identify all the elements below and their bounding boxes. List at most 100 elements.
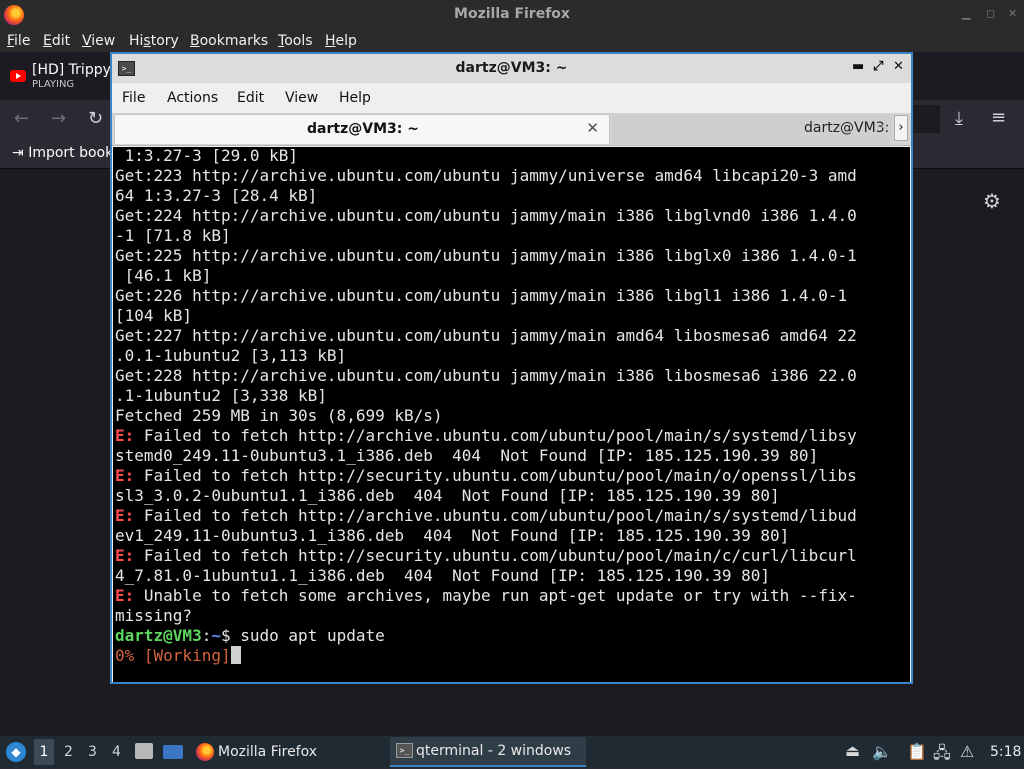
- download-icon[interactable]: ⤓: [955, 108, 963, 129]
- reload-icon[interactable]: ↻: [88, 108, 103, 129]
- firefox-menubar: File Edit View History Bookmarks Tools H…: [0, 30, 1024, 52]
- terminal-icon: >_: [396, 743, 413, 758]
- ff-menu-edit[interactable]: Edit: [43, 33, 70, 49]
- terminal-tab-active[interactable]: dartz@VM3: ~ ✕: [114, 114, 610, 144]
- terminal-line: E: Unable to fetch some archives, maybe …: [115, 586, 857, 606]
- qt-menu-file[interactable]: File: [122, 90, 145, 106]
- terminal-line: Fetched 259 MB in 30s (8,699 kB/s): [115, 406, 857, 426]
- tab-scroll-left-icon[interactable]: ‹: [880, 119, 885, 134]
- terminal-line: -1 [71.8 kB]: [115, 226, 857, 246]
- error-prefix: E:: [115, 466, 135, 485]
- restore-icon[interactable]: ⤢: [873, 59, 883, 74]
- hamburger-menu-icon[interactable]: ≡: [991, 107, 1006, 128]
- gear-icon[interactable]: ⚙: [983, 189, 1001, 213]
- qterminal-titlebar[interactable]: >_ dartz@VM3: ~ ▬ ⤢ ✕: [112, 54, 911, 83]
- terminal-line: Get:224 http://archive.ubuntu.com/ubuntu…: [115, 206, 857, 226]
- output-text: 64 1:3.27-3 [28.4 kB]: [115, 186, 318, 205]
- terminal-tab-label: dartz@VM3: ~: [307, 121, 419, 137]
- error-text: Failed to fetch http://archive.ubuntu.co…: [134, 506, 857, 525]
- ff-menu-tools[interactable]: Tools: [278, 33, 313, 49]
- firefox-titlebar: Mozilla Firefox ▁ ◻ ✕: [0, 0, 1024, 30]
- workspace-1[interactable]: 1: [34, 739, 54, 765]
- file-manager-icon[interactable]: [135, 743, 153, 759]
- browser-tab-status: PLAYING: [32, 79, 75, 90]
- tab-scroll-right-icon[interactable]: ›: [894, 115, 908, 141]
- back-arrow-icon[interactable]: ←: [14, 108, 29, 129]
- qterminal-tabbar: dartz@VM3: ~ ✕ dartz@VM3: ~ ‹ ›: [112, 113, 911, 146]
- prompt-symbol: $: [220, 626, 231, 645]
- terminal-output[interactable]: 1:3.27-3 [29.0 kB] Get:223 http://archive…: [113, 147, 910, 682]
- error-text: Failed to fetch http://security.ubuntu.c…: [134, 466, 857, 485]
- output-text: [46.1 kB]: [115, 266, 212, 285]
- workspace-4[interactable]: 4: [112, 744, 121, 760]
- taskbar-qterminal[interactable]: >_ qterminal - 2 windows: [390, 737, 586, 767]
- firefox-window-title: Mozilla Firefox: [454, 6, 570, 22]
- output-text: stemd0_249.11-0ubuntu3.1_i386.deb 404 No…: [115, 446, 819, 465]
- network-icon[interactable]: 🖧: [933, 742, 951, 769]
- volume-icon[interactable]: 🔈: [872, 742, 892, 761]
- firefox-maximize-icon[interactable]: ◻: [986, 7, 995, 20]
- taskbar-firefox[interactable]: Mozilla Firefox: [192, 739, 382, 765]
- output-text: Get:227 http://archive.ubuntu.com/ubuntu…: [115, 326, 857, 345]
- firefox-icon: [196, 743, 214, 761]
- output-text: .1-1ubuntu2 [3,338 kB]: [115, 386, 327, 405]
- terminal-line: 1:3.27-3 [29.0 kB]: [115, 147, 857, 166]
- output-text: Get:226 http://archive.ubuntu.com/ubuntu…: [115, 286, 848, 305]
- terminal-line: .0.1-1ubuntu2 [3,113 kB]: [115, 346, 857, 366]
- terminal-line: Get:223 http://archive.ubuntu.com/ubuntu…: [115, 166, 857, 186]
- browser-tab-title[interactable]: [HD] Trippy: [32, 62, 111, 78]
- terminal-tab-inactive[interactable]: dartz@VM3: ~: [612, 114, 892, 144]
- qt-menu-actions[interactable]: Actions: [167, 90, 218, 106]
- import-bookmarks-button[interactable]: ⇥ Import book: [12, 145, 113, 161]
- terminal-line: dartz@VM3:~$ sudo apt update: [115, 626, 857, 646]
- qt-menu-edit[interactable]: Edit: [237, 90, 264, 106]
- output-text: missing?: [115, 606, 193, 625]
- youtube-icon: [10, 70, 26, 82]
- workspace-3[interactable]: 3: [88, 744, 97, 760]
- tab-close-icon[interactable]: ✕: [586, 119, 599, 137]
- firefox-minimize-icon[interactable]: ▁: [962, 7, 970, 20]
- error-prefix: E:: [115, 426, 135, 445]
- error-text: Failed to fetch http://archive.ubuntu.co…: [134, 426, 857, 445]
- terminal-line: Get:227 http://archive.ubuntu.com/ubuntu…: [115, 326, 857, 346]
- updates-icon[interactable]: ⚠: [960, 742, 974, 761]
- terminal-line: 64 1:3.27-3 [28.4 kB]: [115, 186, 857, 206]
- output-text: Get:228 http://archive.ubuntu.com/ubuntu…: [115, 366, 857, 385]
- show-desktop-icon[interactable]: [163, 745, 183, 759]
- error-prefix: E:: [115, 506, 135, 525]
- terminal-lines: 1:3.27-3 [29.0 kB] Get:223 http://archive…: [115, 147, 857, 666]
- qterminal-menubar: File Actions Edit View Help: [112, 83, 911, 113]
- clipboard-icon[interactable]: 📋: [907, 742, 927, 761]
- terminal-line: ev1_249.11-0ubuntu3.1_i386.deb 404 Not F…: [115, 526, 857, 546]
- output-text: Get:225 http://archive.ubuntu.com/ubuntu…: [115, 246, 857, 265]
- lxqt-start-icon[interactable]: ◆: [6, 742, 26, 762]
- clock[interactable]: 5:18: [990, 744, 1021, 760]
- output-text: [104 kB]: [115, 306, 193, 325]
- ff-menu-view[interactable]: View: [82, 33, 115, 49]
- workspace-2[interactable]: 2: [64, 744, 73, 760]
- output-text: 1:3.27-3 [29.0 kB]: [115, 147, 299, 165]
- terminal-cursor: [230, 646, 241, 664]
- error-text: Unable to fetch some archives, maybe run…: [134, 586, 857, 605]
- ff-menu-file[interactable]: File: [7, 33, 30, 49]
- terminal-line: [104 kB]: [115, 306, 857, 326]
- output-text: ev1_249.11-0ubuntu3.1_i386.deb 404 Not F…: [115, 526, 790, 545]
- output-text: -1 [71.8 kB]: [115, 226, 231, 245]
- qt-menu-help[interactable]: Help: [339, 90, 371, 106]
- url-bar[interactable]: [912, 105, 940, 133]
- taskbar-firefox-label: Mozilla Firefox: [218, 744, 318, 760]
- qterminal-window: >_ dartz@VM3: ~ ▬ ⤢ ✕ File Actions Edit …: [110, 52, 913, 684]
- ff-menu-help[interactable]: Help: [325, 33, 357, 49]
- minimize-icon[interactable]: ▬: [852, 59, 864, 74]
- close-icon[interactable]: ✕: [893, 59, 904, 74]
- terminal-line: .1-1ubuntu2 [3,338 kB]: [115, 386, 857, 406]
- prompt-path: ~: [211, 626, 221, 645]
- qt-menu-view[interactable]: View: [285, 90, 318, 106]
- ff-menu-bookmarks[interactable]: Bookmarks: [190, 33, 268, 49]
- ff-menu-history[interactable]: History: [129, 33, 179, 49]
- firefox-close-icon[interactable]: ✕: [1008, 7, 1017, 20]
- qterminal-window-title: dartz@VM3: ~: [455, 60, 568, 76]
- terminal-line: [46.1 kB]: [115, 266, 857, 286]
- forward-arrow-icon[interactable]: →: [51, 108, 66, 129]
- eject-icon[interactable]: ⏏: [845, 741, 860, 760]
